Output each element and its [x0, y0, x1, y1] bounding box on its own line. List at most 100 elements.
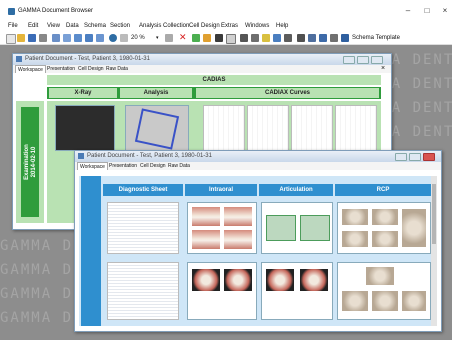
table-icon[interactable]: [85, 34, 93, 42]
diagnostic-sheet-thumbnail[interactable]: [107, 202, 179, 254]
tab-cell-design[interactable]: Cell Design: [138, 162, 168, 170]
rcp-photo[interactable]: [372, 231, 398, 247]
paste-icon[interactable]: [74, 34, 82, 42]
rcp-photo[interactable]: [402, 291, 426, 311]
articulation-image[interactable]: [266, 215, 296, 241]
minimize-icon[interactable]: –: [401, 6, 415, 15]
copy-icon[interactable]: [63, 34, 71, 42]
column-header-diagnostic-sheet: Diagnostic Sheet: [103, 184, 183, 196]
intraoral-photo[interactable]: [224, 269, 252, 291]
rcp-photo[interactable]: [342, 231, 368, 247]
column-header-intraoral: Intraoral: [185, 184, 257, 196]
close-tab-icon[interactable]: ×: [379, 65, 387, 73]
columns-icon[interactable]: [308, 34, 316, 42]
maximize-icon[interactable]: [357, 56, 369, 64]
column-header-cadiax-curves: CADIAX Curves: [196, 88, 379, 98]
chart-icon[interactable]: [273, 34, 281, 42]
intraoral-photo[interactable]: [192, 230, 220, 249]
refresh-icon[interactable]: [192, 34, 200, 42]
export-icon[interactable]: [226, 34, 236, 44]
menu-cell-design[interactable]: Cell Design: [189, 23, 220, 29]
intraoral-group: [187, 202, 257, 254]
cut-icon[interactable]: [52, 34, 60, 42]
cadiax-curve-thumbnail[interactable]: [291, 105, 333, 151]
menu-extras[interactable]: Extras: [221, 23, 238, 29]
scrollbar-thumb[interactable]: [432, 184, 436, 244]
close-icon[interactable]: [423, 153, 435, 161]
vertical-scrollbar[interactable]: [431, 176, 437, 326]
intraoral-photo[interactable]: [224, 207, 252, 226]
minimize-icon[interactable]: [343, 56, 355, 64]
grid-icon[interactable]: [96, 34, 104, 42]
print-icon[interactable]: [39, 34, 47, 42]
close-icon[interactable]: ×: [438, 6, 452, 15]
document-icon: [16, 56, 22, 62]
intraoral-photo[interactable]: [224, 230, 252, 249]
patient-document-window-front[interactable]: Patient Document - Test, Patient 3, 1980…: [74, 150, 442, 332]
menu-schema[interactable]: Schema: [84, 23, 106, 29]
sticky-note-icon[interactable]: [262, 34, 270, 42]
menu-help[interactable]: Help: [276, 23, 288, 29]
xray-thumbnail[interactable]: [55, 105, 115, 151]
camera-icon[interactable]: [240, 34, 248, 42]
diagnostic-sheet-thumbnail[interactable]: [107, 262, 179, 320]
tab-cell-design[interactable]: Cell Design: [76, 65, 106, 73]
rcp-photo[interactable]: [366, 267, 394, 285]
articulation-image[interactable]: [266, 269, 294, 291]
intraoral-photo[interactable]: [192, 269, 220, 291]
menu-data[interactable]: Data: [66, 23, 79, 29]
zoom-level[interactable]: 20 %: [131, 35, 145, 41]
close-icon[interactable]: [371, 56, 383, 64]
rcp-photo[interactable]: [372, 291, 398, 311]
zoom-out-icon[interactable]: [165, 34, 173, 42]
rcp-photo[interactable]: [402, 209, 426, 247]
menu-file[interactable]: File: [8, 23, 18, 29]
settings-icon[interactable]: [330, 34, 338, 42]
zoom-icon[interactable]: [120, 34, 128, 42]
examination-label: Examination 2014-02-10: [24, 144, 37, 180]
image-icon[interactable]: [215, 34, 223, 42]
menu-windows[interactable]: Windows: [245, 23, 269, 29]
column-header-articulation: Articulation: [259, 184, 333, 196]
layout-icon[interactable]: [297, 34, 305, 42]
scan-icon[interactable]: [284, 34, 292, 42]
minimize-icon[interactable]: [395, 153, 407, 161]
menu-view[interactable]: View: [47, 23, 60, 29]
tab-raw-data[interactable]: Raw Data: [104, 65, 130, 73]
globe-icon[interactable]: [109, 34, 117, 42]
rows-icon[interactable]: [319, 34, 327, 42]
cadiax-curve-thumbnail[interactable]: [203, 105, 245, 151]
new-doc-icon[interactable]: [6, 34, 16, 44]
document-icon: [78, 153, 84, 159]
intraoral-photo[interactable]: [192, 207, 220, 226]
lock-icon[interactable]: [203, 34, 211, 42]
rcp-photo[interactable]: [342, 291, 368, 311]
menu-section[interactable]: Section: [110, 23, 130, 29]
delete-icon[interactable]: ✕: [179, 32, 187, 43]
tab-presentation[interactable]: Presentation: [107, 162, 139, 170]
app-titlebar: GAMMA Document Browser – □ ×: [0, 0, 452, 22]
analysis-thumbnail[interactable]: [125, 105, 189, 151]
app-title: GAMMA Document Browser: [18, 8, 94, 14]
menu-analysis-collection[interactable]: Analysis Collection: [139, 23, 189, 29]
tab-presentation[interactable]: Presentation: [45, 65, 77, 73]
save-icon[interactable]: [28, 34, 36, 42]
schema-template-label[interactable]: Schema Template: [352, 35, 400, 41]
articulation-group: [261, 202, 333, 254]
articulation-image[interactable]: [300, 269, 328, 291]
menu-edit[interactable]: Edit: [28, 23, 38, 29]
cadiax-curve-thumbnail[interactable]: [335, 105, 377, 151]
articulation-image[interactable]: [300, 215, 330, 241]
rcp-photo[interactable]: [372, 209, 398, 225]
open-folder-icon[interactable]: [17, 34, 25, 42]
chevron-down-icon[interactable]: ▾: [156, 35, 159, 41]
column-header-xray: X-Ray: [49, 88, 117, 98]
template-icon[interactable]: [341, 34, 349, 42]
maximize-icon[interactable]: [409, 153, 421, 161]
analysis-overlay: [134, 108, 180, 150]
maximize-icon[interactable]: □: [420, 6, 434, 15]
rcp-photo[interactable]: [342, 209, 368, 225]
tab-raw-data[interactable]: Raw Data: [166, 162, 192, 170]
monitor-icon[interactable]: [251, 34, 259, 42]
cadiax-curve-thumbnail[interactable]: [247, 105, 289, 151]
